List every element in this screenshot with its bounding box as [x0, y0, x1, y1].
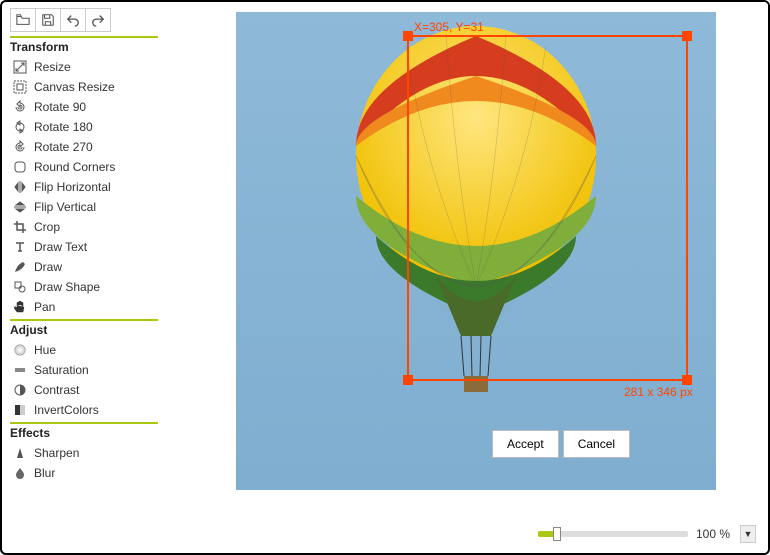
tool-label: Crop: [34, 220, 60, 234]
tool-saturation[interactable]: Saturation: [10, 360, 174, 380]
canvas-area: X=305, Y=31 281 x 346 px Accept Cancel 1…: [174, 2, 768, 553]
transform-section-title: Transform: [10, 40, 174, 54]
redo-button[interactable]: [85, 8, 111, 32]
tool-label: Draw Shape: [34, 280, 100, 294]
tool-label: Rotate 270: [34, 140, 93, 154]
tool-label: InvertColors: [34, 403, 99, 417]
tool-canvas-resize[interactable]: Canvas Resize: [10, 77, 174, 97]
crop-handle-tr[interactable]: [682, 31, 692, 41]
effects-section-title: Effects: [10, 426, 174, 440]
tool-label: Rotate 90: [34, 100, 86, 114]
tool-flip-horizontal[interactable]: Flip Horizontal: [10, 177, 174, 197]
save-button[interactable]: [35, 8, 61, 32]
tool-rotate-180[interactable]: Rotate 180: [10, 117, 174, 137]
rotate90-icon: [12, 99, 28, 115]
crop-handle-br[interactable]: [682, 375, 692, 385]
tool-rotate-270[interactable]: Rotate 270: [10, 137, 174, 157]
tool-label: Draw Text: [34, 240, 87, 254]
zoom-slider-thumb[interactable]: [553, 527, 561, 541]
draw-icon: [12, 259, 28, 275]
tool-pan[interactable]: Pan: [10, 297, 174, 317]
tool-sharpen[interactable]: Sharpen: [10, 443, 174, 463]
contrast-icon: [12, 382, 28, 398]
tool-resize[interactable]: Resize: [10, 57, 174, 77]
tool-draw[interactable]: Draw: [10, 257, 174, 277]
crop-icon: [12, 219, 28, 235]
round-corners-icon: [12, 159, 28, 175]
tool-label: Draw: [34, 260, 62, 274]
tool-contrast[interactable]: Contrast: [10, 380, 174, 400]
file-toolbar: [10, 8, 174, 32]
tool-label: Round Corners: [34, 160, 115, 174]
shape-icon: [12, 279, 28, 295]
flip-h-icon: [12, 179, 28, 195]
zoom-control: 100 % ▼: [538, 525, 756, 543]
undo-button[interactable]: [60, 8, 86, 32]
zoom-dropdown[interactable]: ▼: [740, 525, 756, 543]
divider: [10, 422, 158, 424]
tool-label: Saturation: [34, 363, 89, 377]
tool-round-corners[interactable]: Round Corners: [10, 157, 174, 177]
accept-button[interactable]: Accept: [492, 430, 559, 458]
tool-draw-shape[interactable]: Draw Shape: [10, 277, 174, 297]
tool-label: Flip Horizontal: [34, 180, 111, 194]
canvas-resize-icon: [12, 79, 28, 95]
divider: [10, 319, 158, 321]
crop-selection[interactable]: [407, 35, 688, 381]
tool-blur[interactable]: Blur: [10, 463, 174, 483]
sidebar: Transform Resize Canvas Resize Rotate 90…: [2, 2, 174, 553]
flip-v-icon: [12, 199, 28, 215]
tool-label: Canvas Resize: [34, 80, 115, 94]
crop-actions: Accept Cancel: [492, 430, 630, 458]
sharpen-icon: [12, 445, 28, 461]
crop-dimensions: 281 x 346 px: [624, 385, 693, 399]
tool-hue[interactable]: Hue: [10, 340, 174, 360]
text-icon: [12, 239, 28, 255]
blur-icon: [12, 465, 28, 481]
saturation-icon: [12, 362, 28, 378]
tool-label: Pan: [34, 300, 55, 314]
hue-icon: [12, 342, 28, 358]
tool-label: Flip Vertical: [34, 200, 96, 214]
chevron-down-icon: ▼: [744, 529, 753, 539]
tool-rotate-90[interactable]: Rotate 90: [10, 97, 174, 117]
cancel-button[interactable]: Cancel: [563, 430, 630, 458]
zoom-value: 100 %: [696, 527, 732, 541]
rotate180-icon: [12, 119, 28, 135]
zoom-slider[interactable]: [538, 531, 688, 537]
pan-icon: [12, 299, 28, 315]
tool-draw-text[interactable]: Draw Text: [10, 237, 174, 257]
adjust-section-title: Adjust: [10, 323, 174, 337]
crop-handle-bl[interactable]: [403, 375, 413, 385]
tool-label: Sharpen: [34, 446, 79, 460]
tool-label: Blur: [34, 466, 55, 480]
tool-label: Resize: [34, 60, 71, 74]
tool-label: Rotate 180: [34, 120, 93, 134]
invert-icon: [12, 402, 28, 418]
tool-crop[interactable]: Crop: [10, 217, 174, 237]
rotate270-icon: [12, 139, 28, 155]
resize-icon: [12, 59, 28, 75]
tool-invert-colors[interactable]: InvertColors: [10, 400, 174, 420]
crop-coordinates: X=305, Y=31: [414, 20, 484, 34]
tool-label: Hue: [34, 343, 56, 357]
open-button[interactable]: [10, 8, 36, 32]
divider: [10, 36, 158, 38]
crop-handle-tl[interactable]: [403, 31, 413, 41]
image-editor-app: Transform Resize Canvas Resize Rotate 90…: [0, 0, 770, 555]
tool-flip-vertical[interactable]: Flip Vertical: [10, 197, 174, 217]
tool-label: Contrast: [34, 383, 79, 397]
